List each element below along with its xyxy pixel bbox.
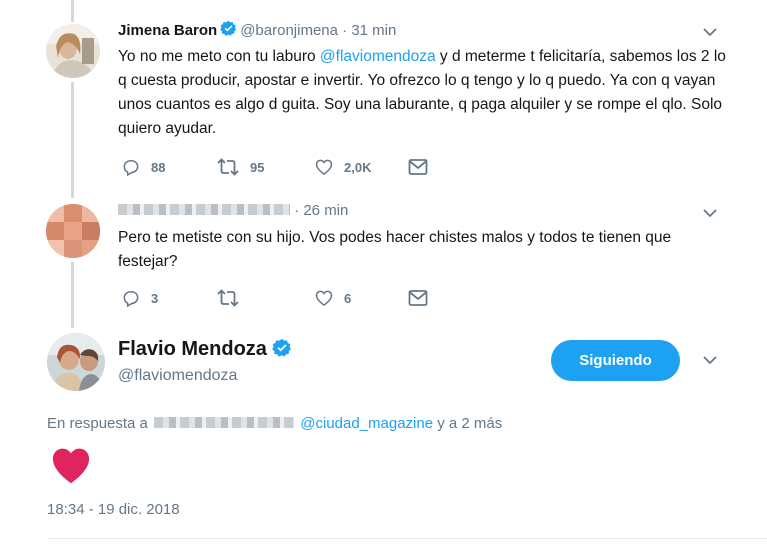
main-display-name: Flavio Mendoza	[118, 338, 295, 361]
like-button[interactable]: 6	[314, 288, 351, 308]
tweet-time[interactable]: 31 min	[351, 22, 396, 39]
message-button[interactable]	[408, 288, 428, 308]
separator-dot: ·	[337, 22, 352, 39]
reply-prefix: En respuesta a	[47, 415, 148, 432]
tweet-text: Pero te metiste con su hijo. Vos podes h…	[118, 229, 672, 270]
retweet-button[interactable]	[216, 288, 250, 308]
following-button[interactable]: Siguiendo	[551, 340, 680, 381]
reply-suffix[interactable]: y a 2 más	[437, 415, 502, 432]
tweet-header: · 26 min	[118, 202, 348, 219]
reply-button[interactable]: 3	[121, 288, 158, 308]
verified-badge-icon	[220, 20, 237, 36]
message-button[interactable]	[408, 157, 428, 177]
divider	[47, 538, 767, 539]
reply-context: En respuesta a @ciudad_magazine y a 2 má…	[47, 415, 502, 432]
like-count: 6	[344, 290, 352, 306]
main-avatar[interactable]	[47, 333, 105, 391]
reply-icon	[123, 291, 139, 308]
tweet-text: Yo no me meto con tu laburo @flaviomendo…	[118, 45, 728, 141]
blurred-username	[154, 417, 295, 428]
direct-message-icon	[408, 159, 428, 175]
tweet-time[interactable]: 26 min	[303, 202, 348, 219]
retweet-button[interactable]: 95	[216, 157, 264, 177]
tweet-reply[interactable]: · 26 min Pero te metiste con su hijo. Vo…	[0, 192, 767, 322]
verified-badge-icon	[272, 338, 291, 357]
retweet-icon	[217, 158, 239, 176]
reply-count: 3	[151, 290, 159, 306]
avatar-blurred[interactable]	[46, 204, 100, 258]
like-button[interactable]: 2,0K	[314, 157, 371, 177]
like-icon	[315, 290, 333, 306]
reply-count: 88	[151, 159, 166, 175]
retweet-icon	[217, 289, 239, 307]
chevron-down-icon[interactable]	[703, 27, 717, 37]
chevron-down-icon[interactable]	[703, 208, 717, 218]
tweet-header: Jimena Baron @baronjimena · 31 min	[118, 20, 396, 39]
main-name-text[interactable]: Flavio Mendoza	[118, 338, 267, 360]
tweet-jimena[interactable]: Jimena Baron @baronjimena · 31 min Yo no …	[0, 0, 767, 190]
main-handle[interactable]: @flaviomendoza	[118, 367, 237, 385]
avatar[interactable]	[46, 24, 100, 78]
handle[interactable]: @baronjimena	[240, 22, 338, 39]
display-name[interactable]: Jimena Baron	[118, 22, 217, 39]
reply-button[interactable]: 88	[121, 157, 165, 177]
heart-emoji-icon	[52, 448, 90, 484]
chevron-down-icon[interactable]	[703, 355, 717, 365]
separator-dot: ·	[290, 202, 304, 219]
retweet-count: 95	[250, 159, 265, 175]
direct-message-icon	[408, 290, 428, 306]
tweet-text-part: Yo no me meto con tu laburo	[118, 48, 320, 65]
mention-link[interactable]: @ciudad_magazine	[300, 415, 433, 432]
tweet-timestamp[interactable]: 18:34 - 19 dic. 2018	[47, 501, 180, 518]
like-count: 2,0K	[344, 159, 372, 175]
reply-icon	[123, 160, 139, 177]
blurred-username	[118, 204, 290, 215]
like-icon	[315, 159, 333, 175]
mention-link[interactable]: @flaviomendoza	[320, 48, 436, 65]
